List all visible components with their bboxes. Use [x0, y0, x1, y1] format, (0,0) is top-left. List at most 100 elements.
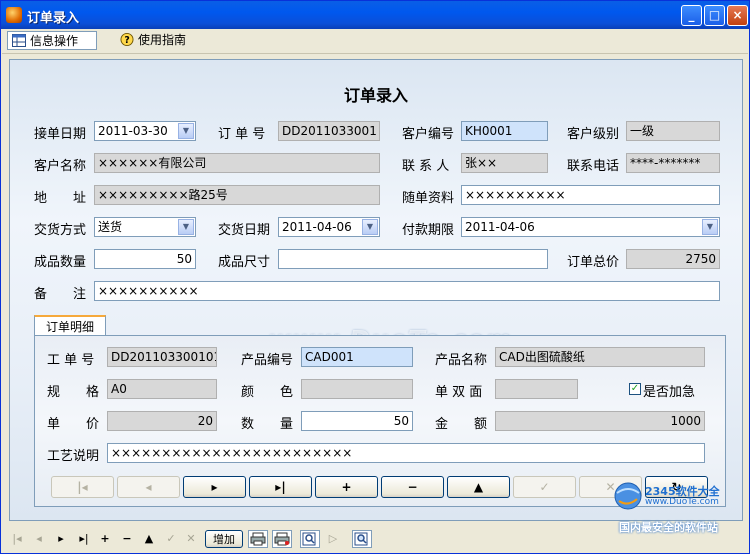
post-record-button[interactable]: ✓: [513, 476, 576, 498]
payment-deadline-label: 付款期限: [402, 223, 455, 238]
bottom-next-button[interactable]: ▸: [54, 530, 68, 548]
bottom-post-button[interactable]: ✓: [164, 530, 178, 548]
payment-deadline-value: 2011-04-06: [465, 220, 535, 234]
next-record-button[interactable]: ▸: [183, 476, 246, 498]
order-no-label: 订 单 号: [218, 127, 266, 142]
color-field[interactable]: [301, 379, 413, 399]
detail-nav-bar: |◂ ◂ ▸ ▸| + − ▲ ✓ ✕ ↻: [51, 476, 711, 498]
product-code-field[interactable]: CAD001: [301, 347, 413, 367]
bottom-last-button[interactable]: ▸|: [76, 530, 92, 548]
search-icon[interactable]: [300, 530, 320, 548]
address-field[interactable]: ×××××××××路25号: [94, 185, 380, 205]
phone-label: 联系电话: [567, 159, 620, 174]
product-qty-label: 成品数量: [34, 255, 87, 270]
order-date-value: 2011-03-30: [98, 124, 168, 138]
print-preview-icon[interactable]: [272, 530, 292, 548]
logo-url: www.DuoTe.com: [645, 497, 719, 507]
print-icon[interactable]: [248, 530, 268, 548]
process-field[interactable]: ××××××××××××××××××××××××: [107, 443, 705, 463]
order-date-field[interactable]: 2011-03-30 ▼: [94, 121, 196, 141]
remarks-field[interactable]: ××××××××××: [94, 281, 720, 301]
close-button[interactable]: ×: [727, 5, 748, 26]
window-title: 订单录入: [27, 11, 80, 26]
quantity-label: 数 量: [241, 417, 294, 432]
unit-price-field[interactable]: 20: [107, 411, 217, 431]
delete-record-button[interactable]: −: [381, 476, 444, 498]
play-icon[interactable]: ▷: [326, 530, 340, 548]
product-name-field[interactable]: CAD出图硫酸纸: [495, 347, 705, 367]
work-no-label: 工 单 号: [47, 353, 95, 368]
amount-label: 金 额: [435, 417, 488, 432]
order-total-label: 订单总价: [567, 255, 620, 270]
product-qty-field[interactable]: 50: [94, 249, 196, 269]
urgent-label: 是否加急: [643, 385, 696, 400]
logo-slogan: 国内最安全的软件站: [619, 521, 718, 534]
unit-price-label: 单 价: [47, 417, 100, 432]
app-icon: [6, 7, 22, 23]
remarks-label: 备 注: [34, 287, 87, 302]
quantity-field[interactable]: 50: [301, 411, 413, 431]
sides-label: 单 双 面: [435, 385, 483, 400]
urgent-checkbox[interactable]: ✓: [629, 383, 641, 395]
globe-icon: [614, 482, 642, 510]
customer-name-field[interactable]: ××××××有限公司: [94, 153, 380, 173]
phone-field[interactable]: ****-*******: [626, 153, 720, 173]
menu-bar: 信息操作 ? 使用指南: [2, 29, 748, 54]
insert-record-button[interactable]: +: [315, 476, 378, 498]
work-no-field[interactable]: DD201103300101: [107, 347, 217, 367]
customer-no-field[interactable]: KH0001: [461, 121, 548, 141]
contact-field[interactable]: 张××: [461, 153, 548, 173]
payment-deadline-field[interactable]: 2011-04-06 ▼: [461, 217, 720, 237]
order-date-label: 接单日期: [34, 127, 87, 142]
customer-no-label: 客户编号: [402, 127, 455, 142]
order-total-field[interactable]: 2750: [626, 249, 720, 269]
delivery-method-select[interactable]: 送货 ▼: [94, 217, 196, 237]
bottom-prev-button[interactable]: ◂: [32, 530, 46, 548]
menu-info-operation[interactable]: 信息操作: [7, 31, 97, 50]
bottom-edit-button[interactable]: ▲: [142, 530, 156, 548]
prev-record-button[interactable]: ◂: [117, 476, 180, 498]
delivery-date-value: 2011-04-06: [282, 220, 352, 234]
chevron-down-icon[interactable]: ▼: [178, 219, 194, 235]
first-record-button[interactable]: |◂: [51, 476, 114, 498]
chevron-down-icon[interactable]: ▼: [362, 219, 378, 235]
edit-record-button[interactable]: ▲: [447, 476, 510, 498]
add-button[interactable]: 增加: [205, 530, 243, 548]
product-size-label: 成品尺寸: [218, 255, 271, 270]
order-entry-panel: 订单录入 接单日期 2011-03-30 ▼ 订 单 号 DD201103300…: [9, 59, 743, 521]
bottom-first-button[interactable]: |◂: [10, 530, 24, 548]
chevron-down-icon[interactable]: ▼: [702, 219, 718, 235]
contact-label: 联 系 人: [402, 159, 450, 174]
spec-field[interactable]: A0: [107, 379, 217, 399]
bottom-cancel-button[interactable]: ✕: [184, 530, 198, 548]
table-icon: [12, 34, 26, 47]
amount-field[interactable]: 1000: [495, 411, 705, 431]
attachment-label: 随单资料: [402, 191, 455, 206]
zoom-icon[interactable]: [352, 530, 372, 548]
maximize-button[interactable]: □: [704, 5, 725, 26]
chevron-down-icon[interactable]: ▼: [178, 123, 194, 139]
sides-field[interactable]: [495, 379, 578, 399]
customer-name-label: 客户名称: [34, 159, 87, 174]
order-no-field[interactable]: DD2011033001: [278, 121, 380, 141]
process-label: 工艺说明: [47, 449, 100, 464]
delivery-date-field[interactable]: 2011-04-06 ▼: [278, 217, 380, 237]
delivery-method-label: 交货方式: [34, 223, 87, 238]
address-label: 地 址: [34, 191, 87, 206]
delivery-date-label: 交货日期: [218, 223, 271, 238]
title-bar[interactable]: 订单录入 _ □ ×: [1, 1, 749, 29]
attachment-field[interactable]: ××××××××××: [461, 185, 720, 205]
product-name-label: 产品名称: [435, 353, 488, 368]
tab-order-detail[interactable]: 订单明细: [34, 315, 106, 336]
bottom-delete-button[interactable]: −: [120, 530, 134, 548]
menu-user-guide[interactable]: ? 使用指南: [116, 31, 226, 50]
svg-text:?: ?: [124, 35, 129, 46]
last-record-button[interactable]: ▸|: [249, 476, 312, 498]
product-code-label: 产品编号: [241, 353, 294, 368]
delivery-method-value: 送货: [98, 220, 123, 234]
minimize-button[interactable]: _: [681, 5, 702, 26]
product-size-field[interactable]: [278, 249, 548, 269]
spec-label: 规 格: [47, 385, 100, 400]
customer-level-field[interactable]: 一级: [626, 121, 720, 141]
bottom-insert-button[interactable]: +: [98, 530, 112, 548]
